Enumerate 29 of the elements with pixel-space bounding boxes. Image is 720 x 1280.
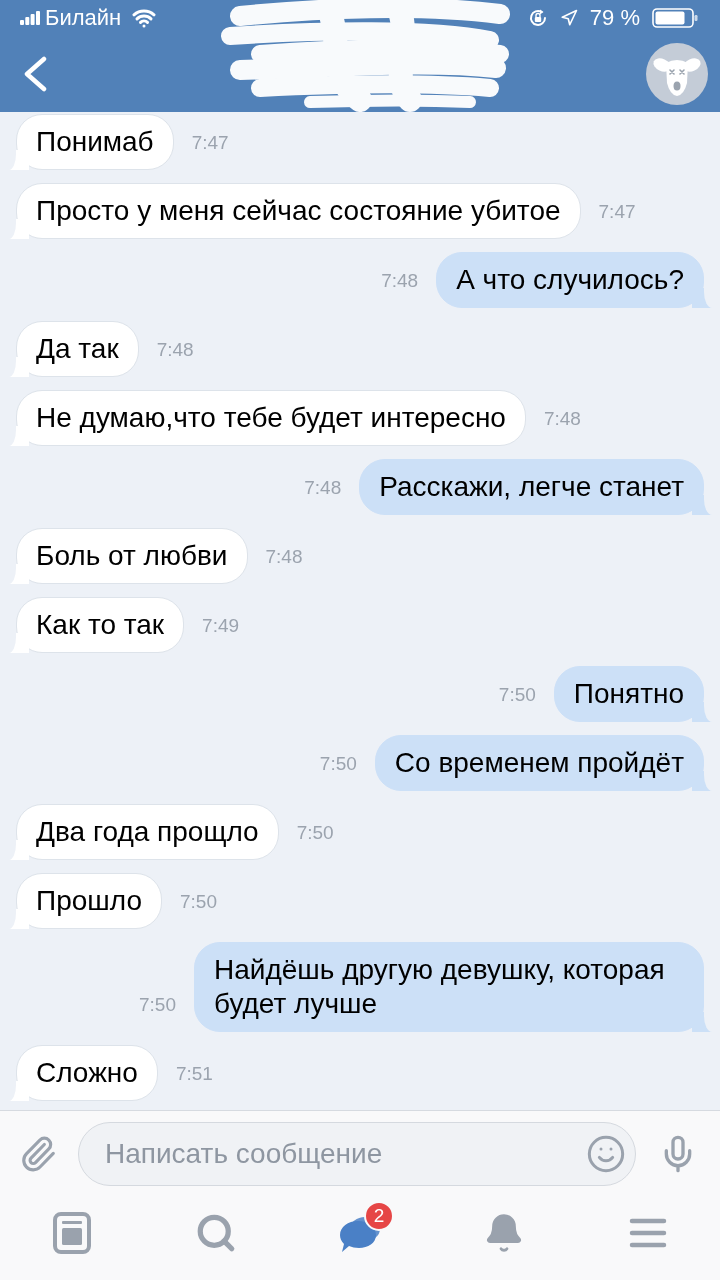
location-arrow-icon xyxy=(559,9,578,27)
message-time: 7:50 xyxy=(296,822,334,844)
battery-percentage: 79 % xyxy=(589,5,640,31)
menu-icon xyxy=(629,1218,667,1248)
newsfeed-icon xyxy=(53,1212,91,1254)
message-time: 7:49 xyxy=(202,615,240,637)
message-time: 7:47 xyxy=(598,201,636,223)
search-icon xyxy=(195,1212,237,1254)
message-time: 7:50 xyxy=(139,994,176,1016)
rotation-lock-icon xyxy=(527,8,548,28)
message-time: 7:48 xyxy=(304,477,342,499)
back-chevron-icon xyxy=(22,56,48,92)
message-time: 7:48 xyxy=(543,408,581,430)
paperclip-icon xyxy=(19,1135,57,1173)
message-time: 7:50 xyxy=(498,684,536,706)
message-input[interactable]: Написать сообщение xyxy=(78,1122,636,1186)
message-time: 7:48 xyxy=(381,270,419,292)
battery-icon xyxy=(652,8,698,28)
message-time: 7:51 xyxy=(175,1063,213,1085)
dog-avatar-icon[interactable] xyxy=(646,43,708,105)
carrier-name: Билайн xyxy=(45,5,122,31)
message-time: 7:48 xyxy=(156,339,194,361)
signal-icon xyxy=(20,11,40,25)
message-time: 7:50 xyxy=(319,753,357,775)
message-time: 7:47 xyxy=(191,132,229,154)
message-time: 7:50 xyxy=(179,891,217,913)
unread-badge: 2 xyxy=(364,1201,394,1231)
message-time: 7:48 xyxy=(265,546,303,568)
emoji-icon[interactable] xyxy=(586,1134,626,1174)
